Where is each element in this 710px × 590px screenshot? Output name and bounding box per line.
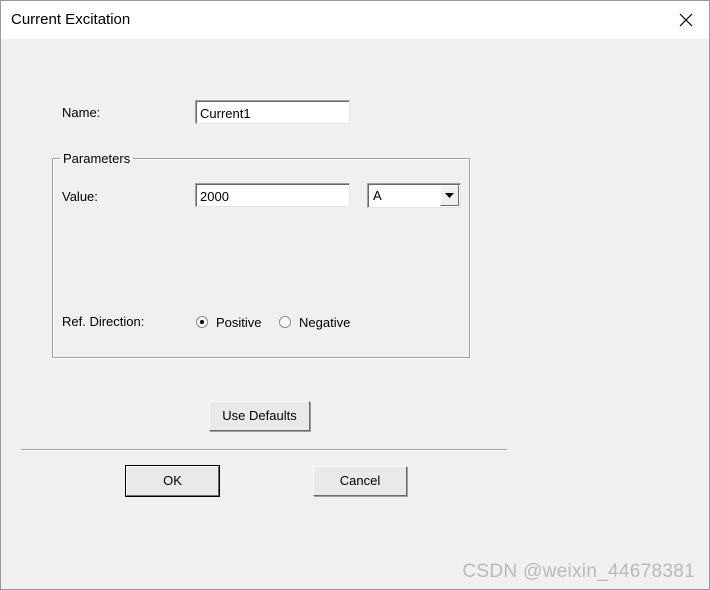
- unit-select-value: A: [373, 188, 382, 203]
- parameters-legend: Parameters: [63, 151, 131, 166]
- cancel-button[interactable]: Cancel: [313, 466, 407, 496]
- radio-selected-dot: [200, 320, 204, 324]
- watermark-text: CSDN @weixin_44678381: [462, 561, 695, 582]
- name-input[interactable]: [195, 100, 350, 124]
- ok-button[interactable]: OK: [125, 465, 220, 497]
- ref-direction-label: Ref. Direction:: [62, 314, 145, 329]
- unit-select[interactable]: A: [367, 183, 461, 208]
- value-input[interactable]: [195, 183, 350, 207]
- positive-radio-label[interactable]: Positive: [216, 315, 262, 330]
- negative-radio[interactable]: [279, 316, 291, 328]
- negative-radio-label[interactable]: Negative: [299, 315, 350, 330]
- separator-line: [21, 449, 507, 451]
- positive-radio[interactable]: [196, 316, 208, 328]
- name-label: Name:: [62, 105, 101, 120]
- unit-dropdown-button[interactable]: [440, 185, 459, 206]
- dialog-title: Current Excitation: [11, 11, 131, 28]
- value-label: Value:: [62, 189, 98, 204]
- close-button[interactable]: [663, 1, 709, 39]
- use-defaults-button[interactable]: Use Defaults: [209, 401, 310, 431]
- title-bar[interactable]: Current Excitation: [1, 1, 709, 39]
- chevron-down-icon: [445, 193, 454, 198]
- dialog-window: Current Excitation Name: Parameters Valu…: [0, 0, 710, 590]
- close-icon: [679, 13, 693, 27]
